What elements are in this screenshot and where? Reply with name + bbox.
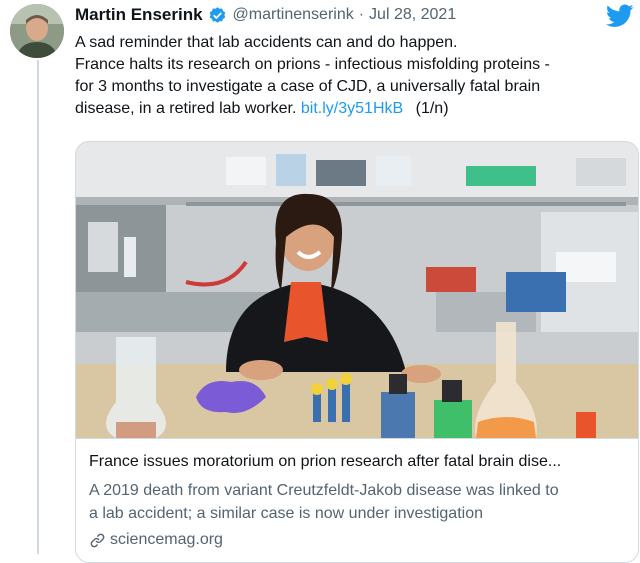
tweet-text-fragment: disease, in a retired lab worker. [75, 100, 297, 117]
thread-connector-line [37, 60, 39, 554]
avatar-photo [10, 4, 64, 58]
tweet-text-line: for 3 months to investigate a case of CJ… [75, 78, 541, 95]
tweet-header: Martin Enserink @martinenserink · Jul 28… [75, 3, 456, 27]
author-handle[interactable]: @martinenserink [233, 6, 354, 24]
card-description-line: A 2019 death from variant Creutzfeldt-Ja… [89, 482, 559, 499]
tweet-text-line-with-link: disease, in a retired lab worker. bit.ly… [75, 98, 635, 120]
twitter-bird-icon[interactable] [605, 4, 634, 33]
card-description-line: a lab accident; a similar case is now un… [89, 505, 483, 522]
tweet-text-line: A sad reminder that lab accidents can an… [75, 34, 458, 51]
verified-badge-icon [208, 6, 227, 25]
avatar[interactable] [10, 4, 64, 58]
link-icon [90, 533, 105, 547]
author-name[interactable]: Martin Enserink [75, 5, 203, 25]
card-image[interactable] [76, 142, 638, 438]
card-body[interactable]: France issues moratorium on prion resear… [76, 438, 638, 548]
header-separator: · [358, 6, 365, 23]
tweet-date[interactable]: Jul 28, 2021 [369, 6, 456, 24]
card-description: A 2019 death from variant Creutzfeldt-Ja… [89, 479, 629, 525]
tweet-text-line: France halts its research on prions - in… [75, 56, 550, 73]
card-domain-text: sciencemag.org [110, 531, 223, 548]
tweet-body: A sad reminder that lab accidents can an… [75, 32, 635, 120]
link-preview-card[interactable]: France issues moratorium on prion resear… [75, 141, 639, 563]
thread-counter: (1/n) [415, 100, 449, 117]
card-domain[interactable]: sciencemag.org [89, 531, 223, 549]
tweet-link[interactable]: bit.ly/3y51HkB [301, 100, 403, 117]
card-title[interactable]: France issues moratorium on prion resear… [89, 453, 629, 471]
